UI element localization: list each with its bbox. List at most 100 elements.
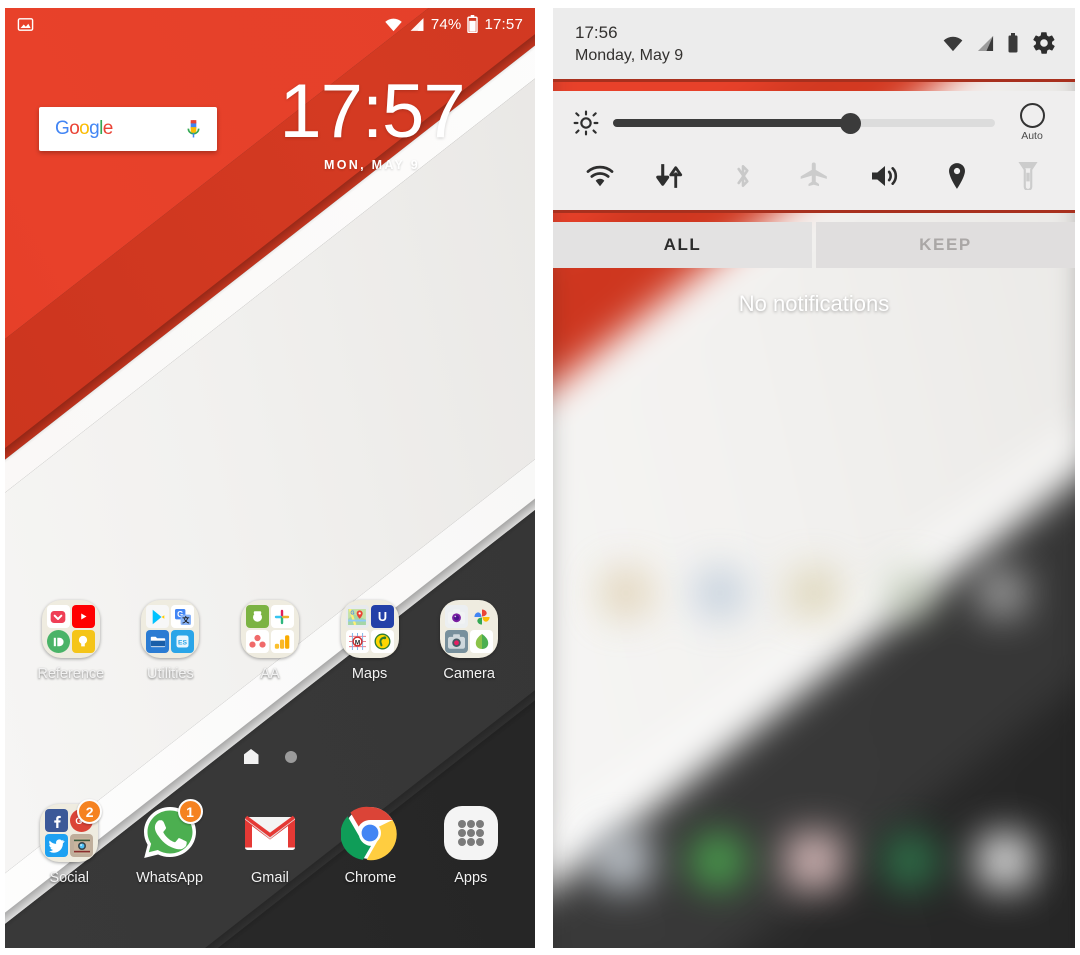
folder-label: Reference (37, 666, 105, 682)
app-facebook (45, 809, 69, 832)
battery-icon (467, 15, 479, 33)
page-indicator[interactable] (5, 749, 535, 764)
folder-icon-grid (440, 600, 499, 658)
clock-time: 17:57 (279, 69, 465, 154)
app-google-photos (470, 605, 493, 628)
dock-row: G 2 Social 1 WhatsApp Gmail Chrome Apps (5, 799, 535, 886)
wifi-icon (942, 35, 964, 52)
app-folder-row: Reference G文 ES Utilities AA G U M Maps … (5, 600, 535, 682)
svg-text:M: M (354, 639, 359, 646)
app-chrome[interactable]: Chrome (327, 804, 413, 886)
brightness-icon (573, 110, 599, 136)
app-google-maps: G (345, 605, 369, 628)
toggle-wifi[interactable] (577, 158, 623, 194)
no-notifications-label: No notifications (738, 291, 890, 316)
app-label: Social (49, 870, 89, 886)
folder-label: Utilities (147, 666, 194, 682)
toggle-location[interactable] (934, 158, 980, 194)
app-play-store (146, 605, 170, 628)
app-android-authority (245, 605, 269, 628)
folder-aa[interactable]: AA (227, 600, 313, 682)
clock-widget[interactable]: 17:57 MON, MAY 9 (227, 69, 517, 173)
right-phone-notification-shade: 17:56 Monday, May 9 Auto ALL KEEP No not… (553, 8, 1075, 948)
notification-tabs: ALL KEEP (553, 222, 1075, 268)
folder-label: AA (260, 666, 280, 682)
clock-date: MON, MAY 9 (324, 158, 420, 173)
folder-camera[interactable]: Camera (426, 600, 512, 682)
app-camera (445, 605, 469, 628)
app-waze (370, 630, 394, 653)
app-google-translate: G文 (171, 605, 195, 628)
app-drawer-button[interactable]: Apps (428, 804, 514, 886)
folder-icon-grid (41, 600, 100, 658)
google-logo: Google (55, 118, 113, 139)
status-bar-clock: 17:57 (484, 15, 523, 33)
folder-reference[interactable]: Reference (28, 600, 114, 682)
cell-signal-icon (976, 35, 995, 52)
notification-badge: 2 (77, 799, 103, 824)
toggle-mobile-data[interactable] (648, 158, 694, 194)
auto-brightness-label: Auto (1021, 130, 1043, 142)
brightness-row: Auto (573, 103, 1055, 142)
tab-keep[interactable]: KEEP (816, 222, 1075, 268)
page-dot-icon[interactable] (284, 750, 297, 763)
app-camera-fv5 (445, 630, 469, 653)
app-instagram (70, 834, 94, 857)
folder-utilities[interactable]: G文 ES Utilities (127, 600, 213, 682)
home-icon[interactable] (243, 749, 259, 764)
svg-text:ES: ES (178, 640, 188, 647)
left-phone-home-screen: 74% 17:57 Google 17:57 MON, MAY 9 Refere… (5, 8, 535, 948)
app-label: WhatsApp (136, 870, 204, 886)
shade-time: 17:56 (575, 23, 618, 42)
folder-icon-grid (240, 600, 299, 658)
cell-signal-icon (409, 17, 425, 32)
folder-label: Maps (351, 666, 388, 682)
toggle-airplane-mode[interactable] (791, 158, 837, 194)
google-search-widget[interactable]: Google (39, 107, 217, 151)
folder-label: Camera (443, 666, 495, 682)
app-whatsapp[interactable]: 1 WhatsApp (127, 799, 213, 886)
folder-maps[interactable]: G U M Maps (327, 600, 413, 682)
svg-text:G: G (351, 610, 355, 616)
svg-text:文: 文 (181, 615, 190, 624)
notification-badge: 1 (177, 799, 203, 824)
app-label: Chrome (344, 870, 397, 886)
shade-header: 17:56 Monday, May 9 (553, 8, 1075, 82)
toggle-flashlight[interactable] (1005, 158, 1051, 194)
app-asana (245, 630, 269, 653)
folder-icon-grid: G U M (340, 600, 399, 658)
brightness-slider[interactable] (613, 112, 995, 134)
folder-icon-grid: G文 ES (141, 600, 200, 658)
app-pocket (46, 605, 70, 628)
quick-settings-toggles (573, 158, 1055, 200)
status-bar: 74% 17:57 (5, 8, 535, 40)
gear-icon[interactable] (1031, 30, 1057, 56)
toggle-bluetooth[interactable] (720, 158, 766, 194)
quick-settings-panel: Auto (553, 91, 1075, 213)
toggle-sound[interactable] (862, 158, 908, 194)
app-files (146, 630, 170, 653)
svg-text:U: U (377, 609, 386, 624)
app-youtube (71, 605, 95, 628)
app-gmail[interactable]: Gmail (227, 804, 313, 886)
app-snapseed (470, 630, 494, 653)
app-twitter (45, 834, 69, 857)
brightness-slider-knob[interactable] (839, 112, 861, 134)
microphone-icon[interactable] (186, 119, 201, 140)
auto-brightness-icon (1019, 103, 1045, 128)
app-u: U (370, 605, 394, 628)
app-label: Apps (454, 870, 488, 886)
app-label: Gmail (251, 870, 289, 886)
app-pushbullet (46, 630, 70, 653)
app-google-keep (71, 630, 95, 653)
image-icon (17, 16, 34, 33)
auto-brightness-toggle[interactable]: Auto (1009, 103, 1055, 142)
brightness-slider-fill (613, 118, 850, 127)
folder-social[interactable]: G 2 Social (26, 799, 112, 886)
app-slack (270, 605, 294, 628)
screenshot-canvas: 74% 17:57 Google 17:57 MON, MAY 9 Refere… (0, 0, 1080, 955)
tab-all[interactable]: ALL (553, 222, 812, 268)
blurred-folder-icons (553, 568, 1075, 678)
chrome-icon (341, 806, 398, 861)
wifi-icon (384, 17, 403, 32)
